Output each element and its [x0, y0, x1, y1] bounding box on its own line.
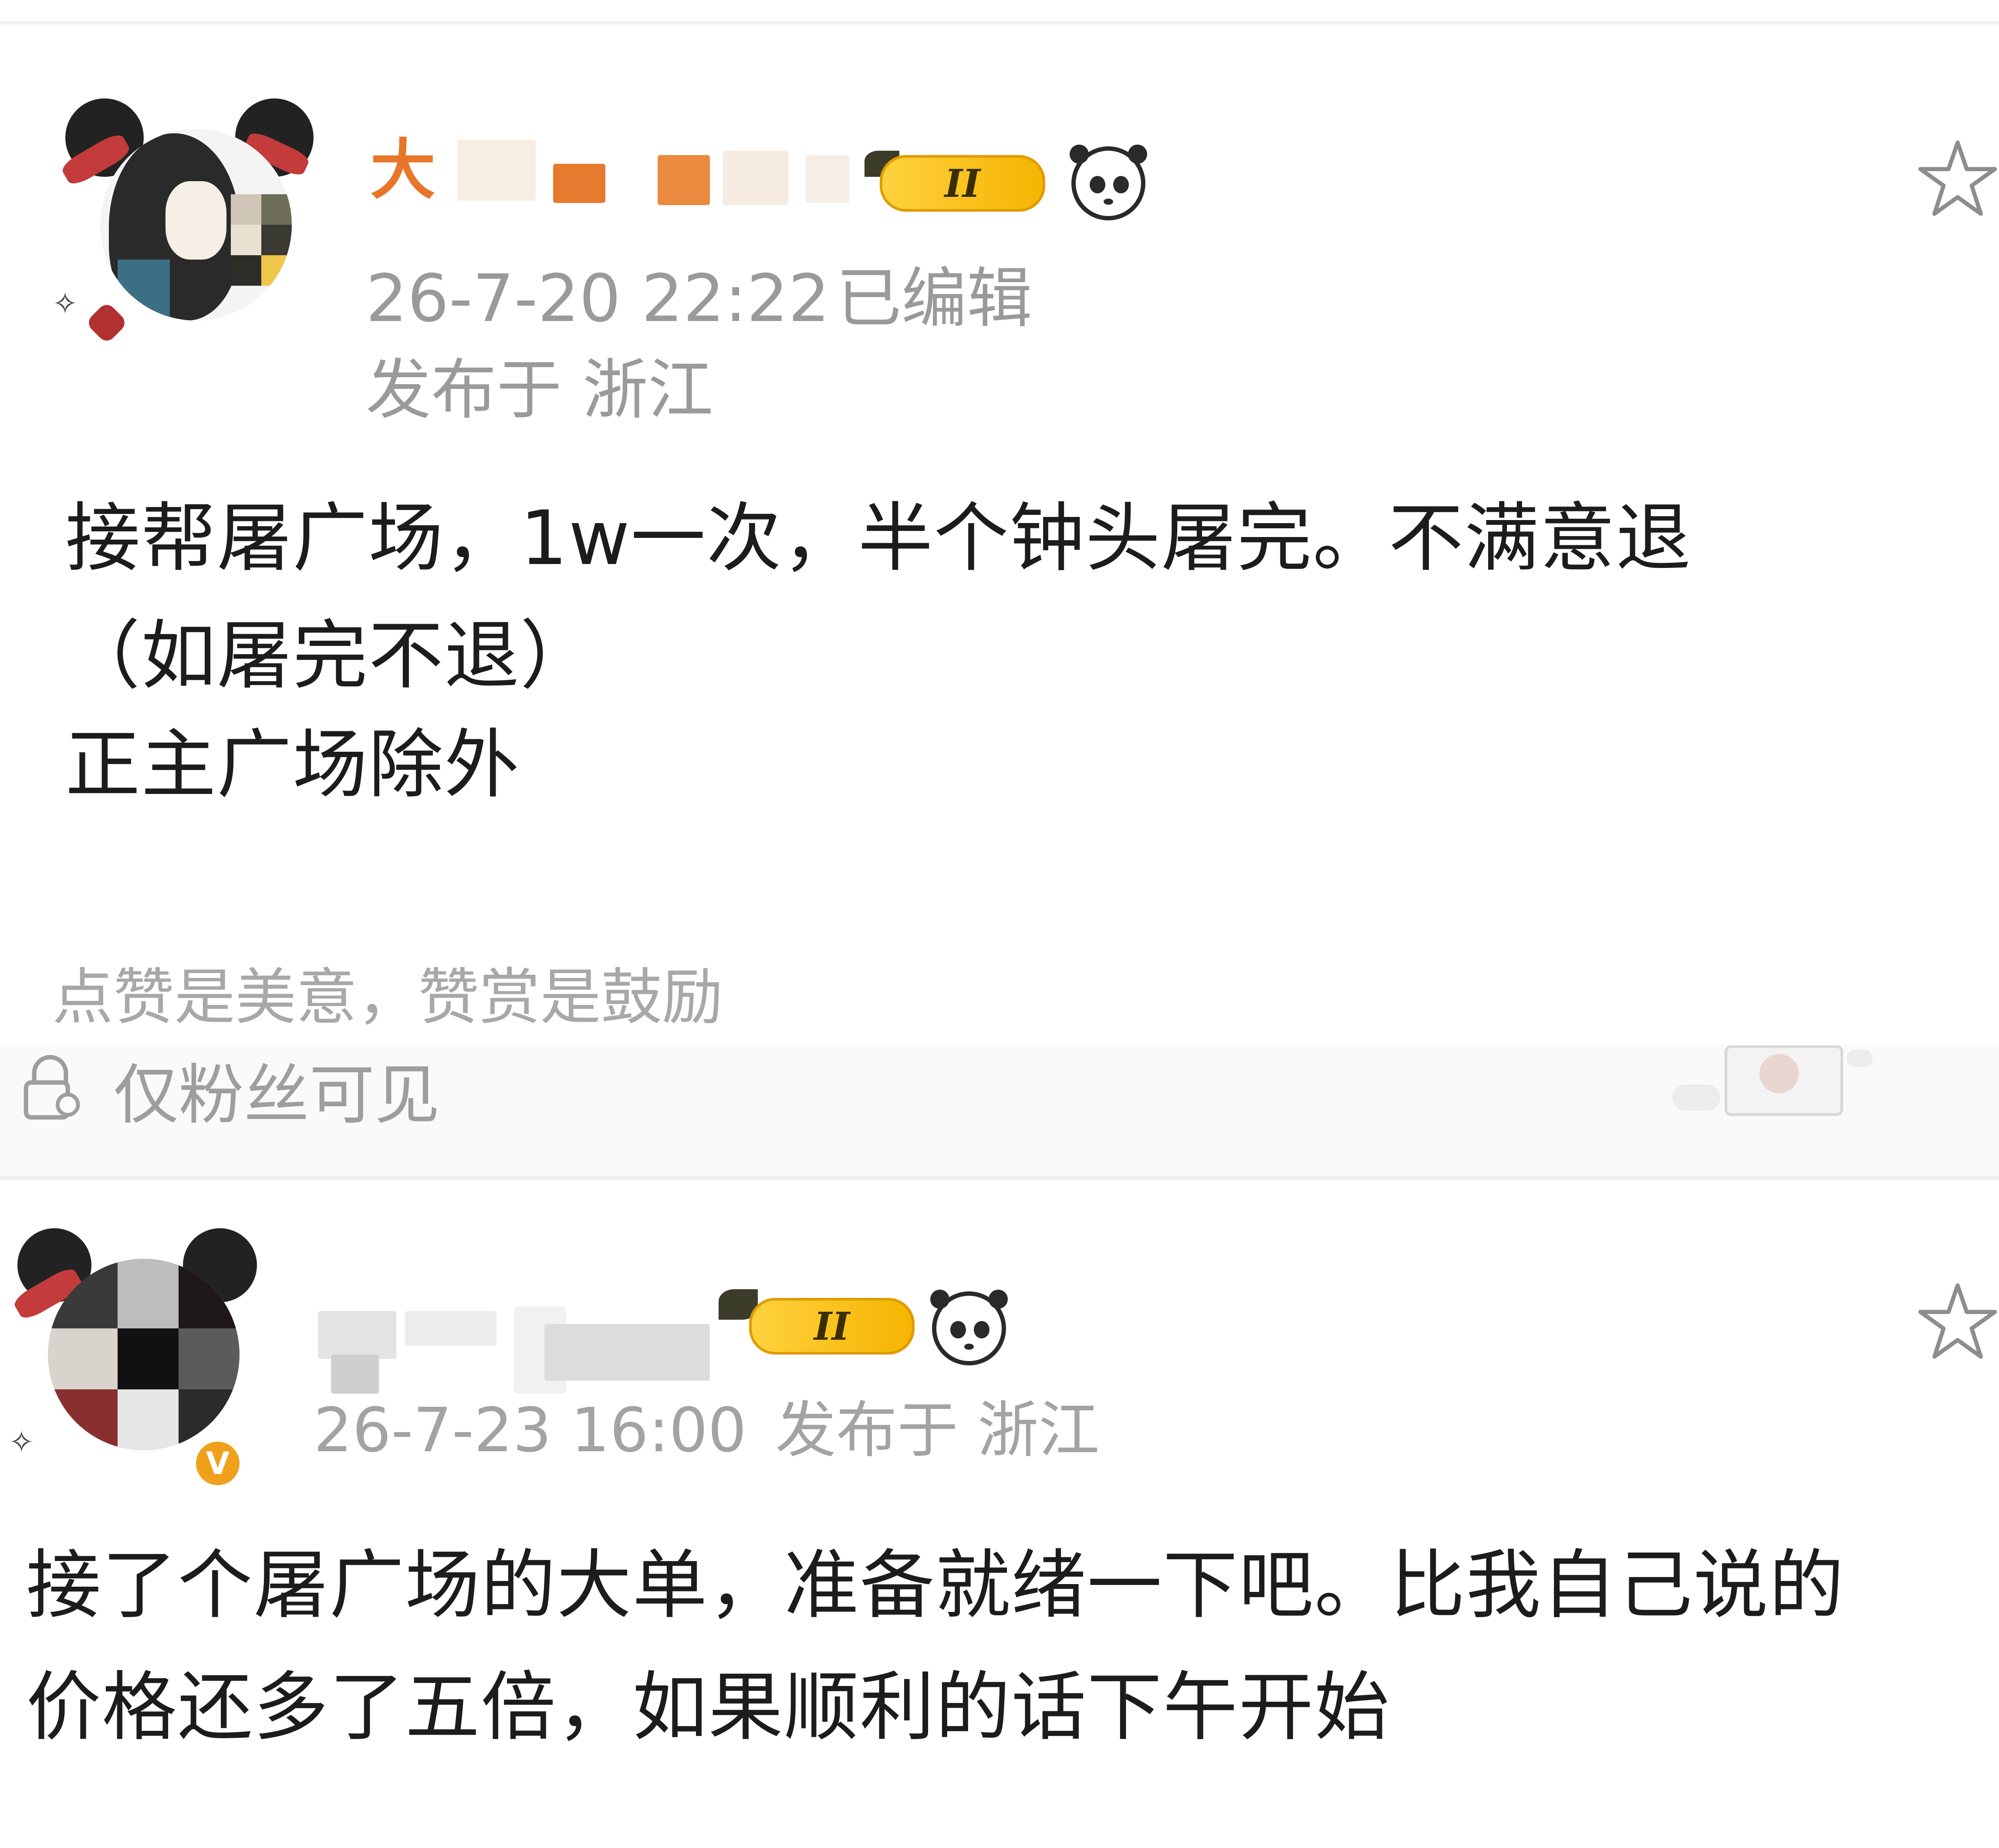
post-timestamp: 26-7-20 22:22	[366, 261, 830, 337]
username-blurred-segment	[405, 1311, 496, 1346]
panda-icon	[930, 1290, 1008, 1365]
level-badge: II	[749, 1298, 915, 1355]
post-body-line: 接帮屠广场，1w一次，半个钟头屠完。不满意退	[65, 494, 1692, 582]
username-blurred-segment[interactable]	[318, 1311, 396, 1359]
verified-badge-icon: V	[192, 1437, 244, 1490]
lock-person-icon	[24, 1055, 80, 1120]
post-card-1: ✧ 大 II 26-7-20 22:22 已编辑 发布于 浙江 接帮屠广场，1w…	[0, 24, 1999, 1176]
username[interactable]: 大	[370, 133, 436, 207]
top-divider	[0, 21, 1999, 24]
favorite-star-icon[interactable]	[1916, 138, 1999, 220]
avatar-image	[48, 1259, 240, 1450]
avatar-sparkle-icon: ✧	[52, 286, 78, 321]
username-blurred-segment	[806, 155, 849, 203]
post-card-2: ✧ V II 26-7-23 16:00 发布于 浙江 接了个屠广场的大单，准备…	[0, 1180, 1999, 1848]
avatar[interactable]: ✧	[52, 81, 314, 351]
post-body-line: 正主广场除外	[65, 721, 520, 808]
avatar-sparkle-icon: ✧	[9, 1424, 34, 1460]
post-body-line: （如屠完不退）	[65, 612, 596, 699]
decorative-sticker	[1672, 1045, 1890, 1124]
visibility-label[interactable]: 仅粉丝可见	[113, 1058, 440, 1132]
username-blurred-segment	[723, 151, 788, 205]
post-body-line: 价格还多了五倍，如果顺利的话下午开始	[26, 1663, 1390, 1751]
username-blurred-segment	[544, 1324, 710, 1381]
post-divider	[0, 1176, 1999, 1180]
avatar[interactable]: ✧ V	[9, 1220, 287, 1498]
username-visible-char: 大	[370, 132, 436, 208]
panda-icon	[1070, 145, 1147, 220]
username-blurred-segment	[331, 1355, 379, 1394]
reward-prompt[interactable]: 点赞是美意，赞赏是鼓励	[52, 961, 723, 1035]
username-blurred-segment	[658, 155, 710, 205]
post-location: 发布于 浙江	[775, 1395, 1100, 1466]
post-location: 发布于 浙江	[366, 352, 713, 428]
avatar-image	[100, 129, 292, 321]
post-timestamp: 26-7-23 16:00	[314, 1395, 747, 1466]
favorite-star-icon[interactable]	[1916, 1280, 1999, 1363]
username-blurred-segment	[553, 164, 605, 203]
username-blurred-segment	[457, 140, 536, 201]
level-badge: II	[880, 155, 1045, 212]
post-body-line: 接了个屠广场的大单，准备就绪一下吧。比我自己说的	[26, 1541, 1845, 1629]
edited-label[interactable]: 已编辑	[836, 260, 1032, 338]
